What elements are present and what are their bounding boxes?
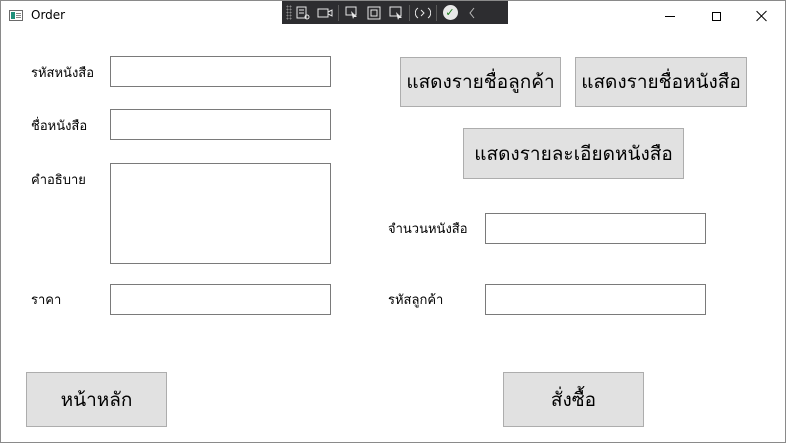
description-label: คำอธิบาย	[31, 173, 86, 188]
home-button[interactable]: หน้าหลัก	[26, 372, 167, 427]
customer-id-input[interactable]	[485, 284, 706, 315]
binding-check-icon[interactable]: ✓	[439, 2, 461, 24]
description-input[interactable]	[110, 163, 331, 264]
price-input[interactable]	[110, 284, 331, 315]
toolbar-separator	[338, 4, 339, 21]
live-visual-tree-icon[interactable]	[292, 2, 314, 24]
customer-id-label: รหัสลูกค้า	[388, 293, 444, 308]
order-button[interactable]: สั่งซื้อ	[503, 372, 644, 427]
order-window: Order ✓ รหัสหนังสือ ชื่อหนังสือ คำอธิบาย…	[0, 0, 786, 443]
track-focus-icon[interactable]	[385, 2, 407, 24]
select-element-icon[interactable]	[341, 2, 363, 24]
book-name-label: ชื่อหนังสือ	[31, 119, 88, 134]
book-id-input[interactable]	[110, 56, 331, 87]
window-title: Order	[31, 8, 66, 22]
minimize-icon	[665, 15, 675, 17]
toolbar-separator	[436, 4, 437, 21]
toolbar-separator	[409, 4, 410, 21]
book-name-input[interactable]	[110, 109, 331, 140]
show-books-button[interactable]: แสดงรายชื่อหนังสือ	[575, 57, 747, 107]
camera-icon[interactable]	[314, 2, 336, 24]
maximize-button[interactable]	[693, 1, 739, 31]
show-book-details-button[interactable]: แสดงรายละเอียดหนังสือ	[463, 128, 684, 179]
hot-reload-icon[interactable]	[412, 2, 434, 24]
collapse-icon[interactable]	[461, 2, 483, 24]
quantity-label: จำนวนหนังสือ	[388, 222, 468, 237]
maximize-icon	[711, 11, 721, 21]
close-button[interactable]	[739, 1, 785, 31]
display-layout-adorners-icon[interactable]	[363, 2, 385, 24]
minimize-button[interactable]	[647, 1, 693, 31]
app-icon	[9, 10, 23, 21]
book-id-label: รหัสหนังสือ	[31, 66, 95, 81]
price-label: ราคา	[31, 293, 62, 308]
xaml-debug-toolbar: ✓	[282, 1, 508, 24]
close-icon	[756, 10, 768, 22]
show-customers-button[interactable]: แสดงรายชื่อลูกค้า	[400, 57, 561, 107]
quantity-input[interactable]	[485, 213, 706, 244]
